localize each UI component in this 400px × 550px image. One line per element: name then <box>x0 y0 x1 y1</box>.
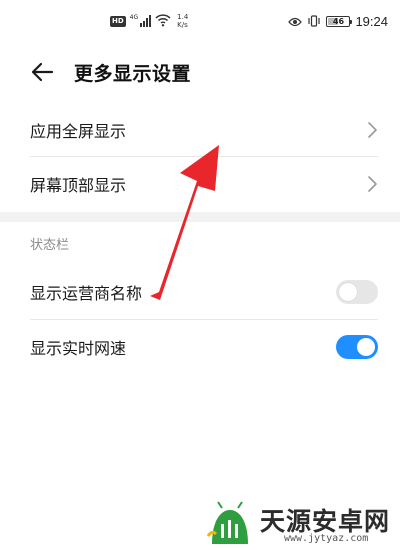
show-netspeed-label: 显示实时网速 <box>30 339 127 358</box>
battery-icon: 46 <box>326 15 353 27</box>
watermark: 天源安卓网 www.jytyaz.com <box>206 500 396 546</box>
back-button[interactable] <box>26 56 58 88</box>
wifi-icon <box>155 12 171 31</box>
toggle-knob <box>357 338 375 356</box>
show-netspeed-row: 显示实时网速 <box>0 320 400 374</box>
battery-level: 46 <box>332 16 345 26</box>
network-speed: 1.4 K/s <box>177 13 188 29</box>
screen-top-display-label: 屏幕顶部显示 <box>30 176 127 195</box>
chevron-right-icon <box>368 176 377 192</box>
screen-top-display-row[interactable]: 屏幕顶部显示 <box>0 157 400 211</box>
show-carrier-toggle[interactable] <box>336 280 378 304</box>
show-netspeed-toggle[interactable] <box>336 335 378 359</box>
toggle-knob <box>339 283 357 301</box>
chevron-right-icon <box>368 122 377 138</box>
arrow-left-icon <box>31 62 54 82</box>
show-carrier-label: 显示运营商名称 <box>30 284 143 303</box>
status-bar-right: 46 19:24 <box>288 10 388 32</box>
page-header: 更多显示设置 <box>0 50 400 94</box>
section-separator <box>0 212 400 222</box>
watermark-url: www.jytyaz.com <box>284 533 369 544</box>
network-speed-unit: K/s <box>177 21 188 29</box>
status-bar-section-title: 状态栏 <box>30 238 70 253</box>
status-bar: HD 4G 1.4 K/s 46 19:24 <box>0 0 400 42</box>
clock: 19:24 <box>355 13 388 29</box>
network-type-label: 4G <box>129 14 139 21</box>
eye-comfort-icon <box>288 12 303 31</box>
signal-icon: 4G <box>129 14 152 27</box>
hd-badge: HD <box>110 15 126 27</box>
page-title: 更多显示设置 <box>74 63 192 85</box>
network-speed-value: 1.4 <box>177 13 189 21</box>
android-logo-icon <box>206 501 248 544</box>
status-bar-left: HD 4G 1.4 K/s <box>110 10 188 32</box>
vibrate-icon <box>307 12 321 31</box>
fullscreen-apps-row[interactable]: 应用全屏显示 <box>0 103 400 157</box>
show-carrier-row: 显示运营商名称 <box>0 265 400 319</box>
fullscreen-apps-label: 应用全屏显示 <box>30 122 127 141</box>
